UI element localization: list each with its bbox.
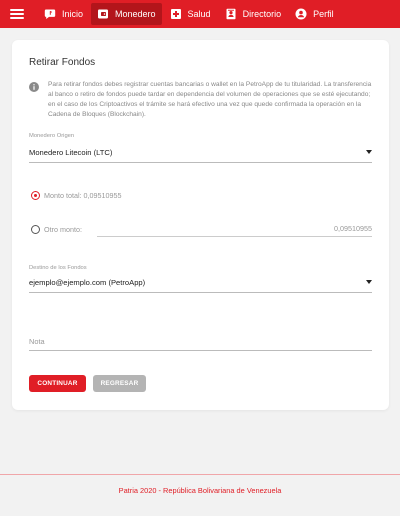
nav-item-monedero[interactable]: Monedero — [91, 3, 162, 25]
nav-item-label: Inicio — [62, 9, 84, 19]
destination-value: ejemplo@ejemplo.com (PetroApp) — [29, 278, 146, 287]
medical-cross-icon — [170, 8, 182, 20]
destination-select[interactable]: ejemplo@ejemplo.com (PetroApp) — [29, 275, 372, 293]
chat-bubble-icon — [44, 8, 56, 20]
footer-text: Patria 2020 - República Bolivariana de V… — [118, 486, 282, 495]
other-amount-input[interactable] — [97, 220, 372, 237]
nav-item-label: Perfil — [313, 9, 334, 19]
back-button[interactable]: REGRESAR — [93, 375, 146, 392]
nav-item-label: Directorio — [242, 9, 282, 19]
nav-item-salud[interactable]: Salud — [164, 3, 217, 25]
origin-wallet-select[interactable]: Monedero Litecoin (LTC) — [29, 145, 372, 163]
wallet-icon — [97, 8, 109, 20]
continue-button[interactable]: CONTINUAR — [29, 375, 86, 392]
footer: Patria 2020 - República Bolivariana de V… — [0, 474, 400, 516]
user-circle-icon — [295, 8, 307, 20]
caret-down-icon — [366, 280, 372, 284]
contact-book-icon — [225, 8, 237, 20]
total-amount-label: Monto total: 0,09510955 — [44, 191, 122, 200]
nav-item-label: Salud — [187, 9, 211, 19]
radio-checked-icon — [31, 191, 40, 200]
nav-item-perfil[interactable]: Perfil — [289, 3, 340, 25]
info-message: Para retirar fondos debes registrar cuen… — [48, 81, 372, 118]
nav-item-label: Monedero — [115, 9, 156, 19]
info-icon — [29, 82, 39, 92]
destination-label: Destino de los Fondos — [29, 265, 87, 271]
radio-total-amount[interactable]: Monto total: 0,09510955 — [31, 191, 122, 200]
other-amount-label: Otro monto: — [44, 225, 82, 234]
radio-unchecked-icon — [31, 225, 40, 234]
page-title: Retirar Fondos — [29, 57, 96, 68]
origin-wallet-label: Monedero Origen — [29, 133, 75, 139]
nav-item-inicio[interactable]: Inicio — [38, 3, 89, 25]
top-navbar: Inicio Monedero Salud Directorio Perfil — [0, 0, 400, 28]
caret-down-icon — [366, 150, 372, 154]
nav-item-directorio[interactable]: Directorio — [219, 3, 288, 25]
origin-wallet-value: Monedero Litecoin (LTC) — [29, 148, 113, 157]
menu-icon[interactable] — [10, 9, 24, 19]
note-input[interactable] — [29, 333, 372, 351]
radio-other-amount[interactable]: Otro monto: — [31, 225, 82, 234]
withdraw-card: Retirar Fondos Para retirar fondos debes… — [12, 40, 389, 410]
